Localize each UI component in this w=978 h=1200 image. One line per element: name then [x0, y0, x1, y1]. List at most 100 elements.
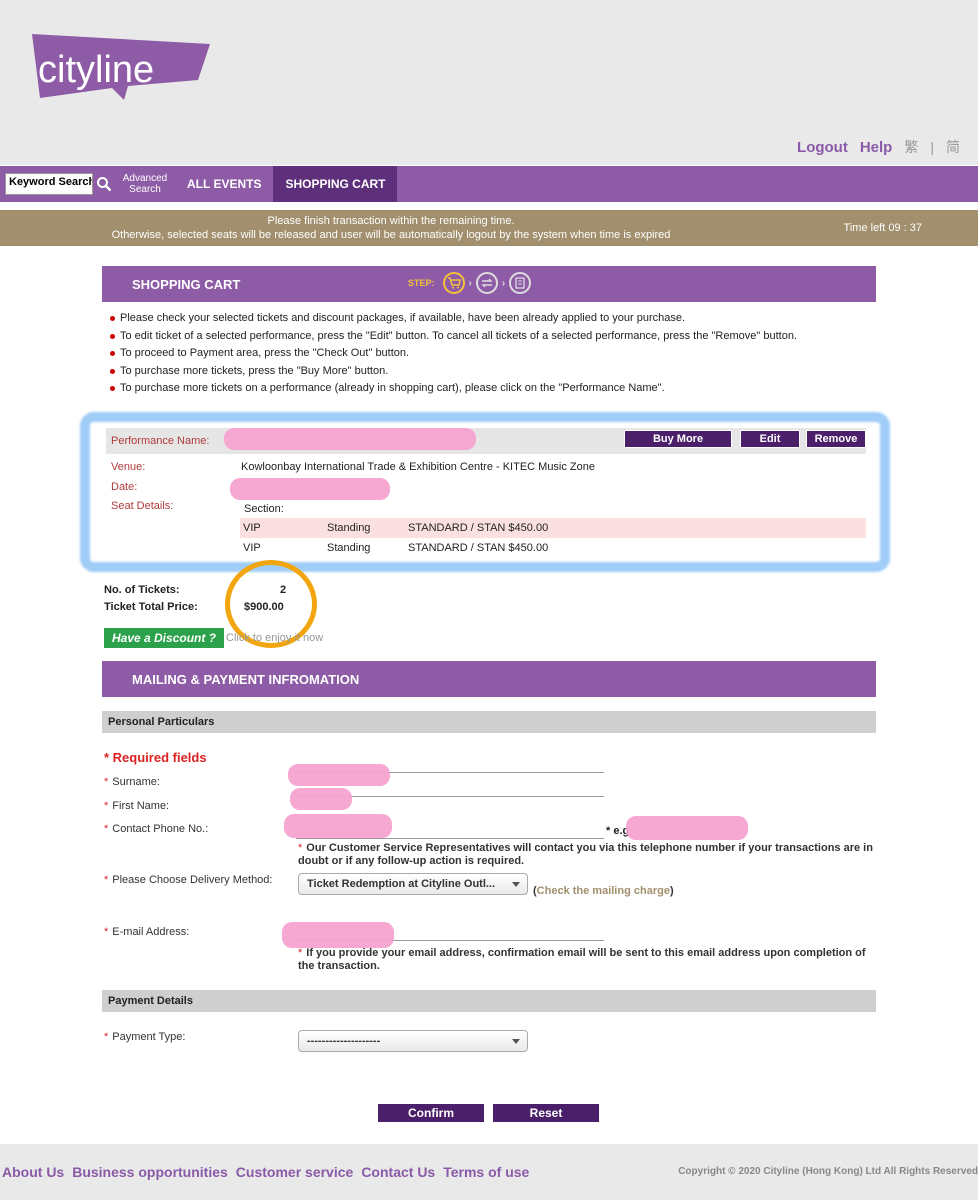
- first-name-label-text: First Name:: [112, 800, 170, 812]
- note-asterisk: *: [298, 842, 303, 854]
- seat-type: Standing: [327, 522, 371, 534]
- cityline-logo[interactable]: cityline: [32, 32, 212, 102]
- chevron-down-icon: [512, 882, 520, 887]
- redacted-date: [230, 478, 390, 500]
- instruction-item: To edit ticket of a selected performance…: [108, 328, 797, 346]
- step-arrow-icon: ›: [468, 277, 472, 289]
- required-asterisk: *: [104, 926, 109, 938]
- tab-shopping-cart[interactable]: SHOPPING CART: [273, 166, 398, 202]
- instruction-item: Please check your selected tickets and d…: [108, 310, 797, 328]
- mailing-payment-header: MAILING & PAYMENT INFROMATION: [102, 661, 876, 697]
- total-price: $900.00: [244, 601, 284, 613]
- discount-note[interactable]: Click to enjoy it now: [226, 632, 323, 644]
- footer: About Us Business opportunities Customer…: [0, 1144, 978, 1200]
- required-fields-note: * Required fields: [104, 750, 207, 765]
- receipt-step-icon: [509, 272, 532, 294]
- redacted-performance-name[interactable]: [224, 428, 476, 450]
- customer-service-link[interactable]: Customer service: [236, 1164, 354, 1180]
- have-discount-button[interactable]: Have a Discount ?: [104, 628, 224, 648]
- delivery-selected-value: Ticket Redemption at Cityline Outl...: [307, 878, 496, 890]
- keyword-search-input[interactable]: Keyword Search: [5, 173, 93, 195]
- copyright: Copyright © 2020 Cityline (Hong Kong) Lt…: [678, 1166, 978, 1177]
- header: cityline Logout Help 繁 | 简: [0, 0, 978, 165]
- email-note: * If you provide your email address, conf…: [298, 947, 876, 973]
- step-indicator: STEP: › ›: [408, 272, 532, 294]
- instruction-item: To purchase more tickets on a performanc…: [108, 380, 797, 398]
- seat-row: VIP Standing STANDARD / STAN $450.00: [240, 538, 866, 558]
- contact-us-link[interactable]: Contact Us: [361, 1164, 435, 1180]
- redacted-surname: [288, 764, 390, 786]
- delivery-label-text: Please Choose Delivery Method:: [112, 874, 273, 886]
- payment-selected-value: --------------------: [307, 1035, 381, 1047]
- time-warning-line2: Otherwise, selected seats will be releas…: [111, 229, 671, 241]
- footer-links: About Us Business opportunities Customer…: [2, 1164, 529, 1180]
- first-name-label: * First Name:: [104, 800, 169, 812]
- phone-note: * Our Customer Service Representatives wi…: [298, 842, 876, 868]
- payment-type-label: * Payment Type:: [104, 1031, 185, 1043]
- venue-label: Venue:: [111, 461, 146, 473]
- redacted-phone-example: [626, 816, 748, 840]
- about-us-link[interactable]: About Us: [2, 1164, 64, 1180]
- required-asterisk: *: [104, 776, 109, 788]
- top-links: Logout Help 繁 | 简: [797, 137, 960, 157]
- remove-button[interactable]: Remove: [806, 430, 866, 448]
- main-nav: Keyword Search Advanced Search ALL EVENT…: [0, 166, 978, 202]
- note-asterisk: *: [298, 947, 303, 959]
- payment-type-select[interactable]: --------------------: [298, 1030, 528, 1052]
- total-price-label: Ticket Total Price:: [104, 601, 198, 613]
- phone-label: * Contact Phone No.:: [104, 823, 208, 835]
- seat-details-label: Seat Details:: [111, 500, 174, 512]
- cart-step-icon: [442, 272, 465, 294]
- chevron-down-icon: [512, 1039, 520, 1044]
- paren-close: ): [669, 885, 674, 897]
- performance-name-label: Performance Name:: [111, 435, 210, 447]
- seat-price: STANDARD / STAN $450.00: [408, 542, 549, 554]
- required-asterisk: *: [104, 823, 109, 835]
- surname-label: * Surname:: [104, 776, 160, 788]
- edit-button[interactable]: Edit: [740, 430, 800, 448]
- payment-details-header: Payment Details: [102, 990, 876, 1012]
- required-asterisk: *: [104, 1031, 109, 1043]
- traditional-chinese-link[interactable]: 繁: [904, 137, 918, 157]
- redacted-email: [282, 922, 394, 948]
- seat-zone: VIP: [243, 522, 261, 534]
- shopping-cart-header: SHOPPING CART STEP: › ›: [102, 266, 876, 302]
- phone-note-text: Our Customer Service Representatives wil…: [298, 842, 873, 867]
- redacted-first-name: [290, 788, 352, 810]
- time-warning: Please finish transaction within the rem…: [0, 214, 782, 242]
- seat-type: Standing: [327, 542, 371, 554]
- cart-instructions: Please check your selected tickets and d…: [108, 310, 797, 398]
- time-warning-line1: Please finish transaction within the rem…: [267, 215, 515, 227]
- email-label-text: E-mail Address:: [112, 926, 190, 938]
- buy-more-button[interactable]: Buy More: [624, 430, 732, 448]
- exchange-step-icon: [475, 272, 498, 294]
- mailing-charge-link[interactable]: Check the mailing charge: [537, 885, 670, 897]
- logout-link[interactable]: Logout: [797, 139, 848, 156]
- date-label: Date:: [111, 481, 138, 493]
- email-label: * E-mail Address:: [104, 926, 189, 938]
- business-opportunities-link[interactable]: Business opportunities: [72, 1164, 228, 1180]
- advanced-search-link[interactable]: Advanced Search: [115, 173, 175, 195]
- phone-input[interactable]: [296, 838, 604, 839]
- search-icon[interactable]: [93, 173, 115, 195]
- page: cityline Logout Help 繁 | 简 Keyword Searc…: [0, 0, 978, 1200]
- terms-of-use-link[interactable]: Terms of use: [443, 1164, 529, 1180]
- language-separator: |: [930, 139, 934, 155]
- instruction-item: To proceed to Payment area, press the "C…: [108, 345, 797, 363]
- payment-type-label-text: Payment Type:: [112, 1031, 186, 1043]
- step-arrow-icon: ›: [501, 277, 506, 289]
- time-left: Time left 09 : 37: [843, 222, 922, 234]
- tickets-count-label: No. of Tickets:: [104, 584, 180, 596]
- required-asterisk: *: [104, 874, 109, 886]
- help-link[interactable]: Help: [860, 139, 893, 156]
- tab-all-events[interactable]: ALL EVENTS: [175, 166, 273, 202]
- simplified-chinese-link[interactable]: 简: [946, 137, 960, 157]
- confirm-button[interactable]: Confirm: [378, 1104, 484, 1122]
- seat-row: VIP Standing STANDARD / STAN $450.00: [240, 518, 866, 538]
- delivery-method-select[interactable]: Ticket Redemption at Cityline Outl...: [298, 873, 528, 895]
- performance-block: Performance Name: Buy More Edit Remove V…: [106, 428, 866, 566]
- venue-value: Kowloonbay International Trade & Exhibit…: [241, 461, 596, 473]
- time-remaining-bar: Please finish transaction within the rem…: [0, 210, 978, 246]
- seat-price: STANDARD / STAN $450.00: [408, 522, 549, 534]
- reset-button[interactable]: Reset: [493, 1104, 599, 1122]
